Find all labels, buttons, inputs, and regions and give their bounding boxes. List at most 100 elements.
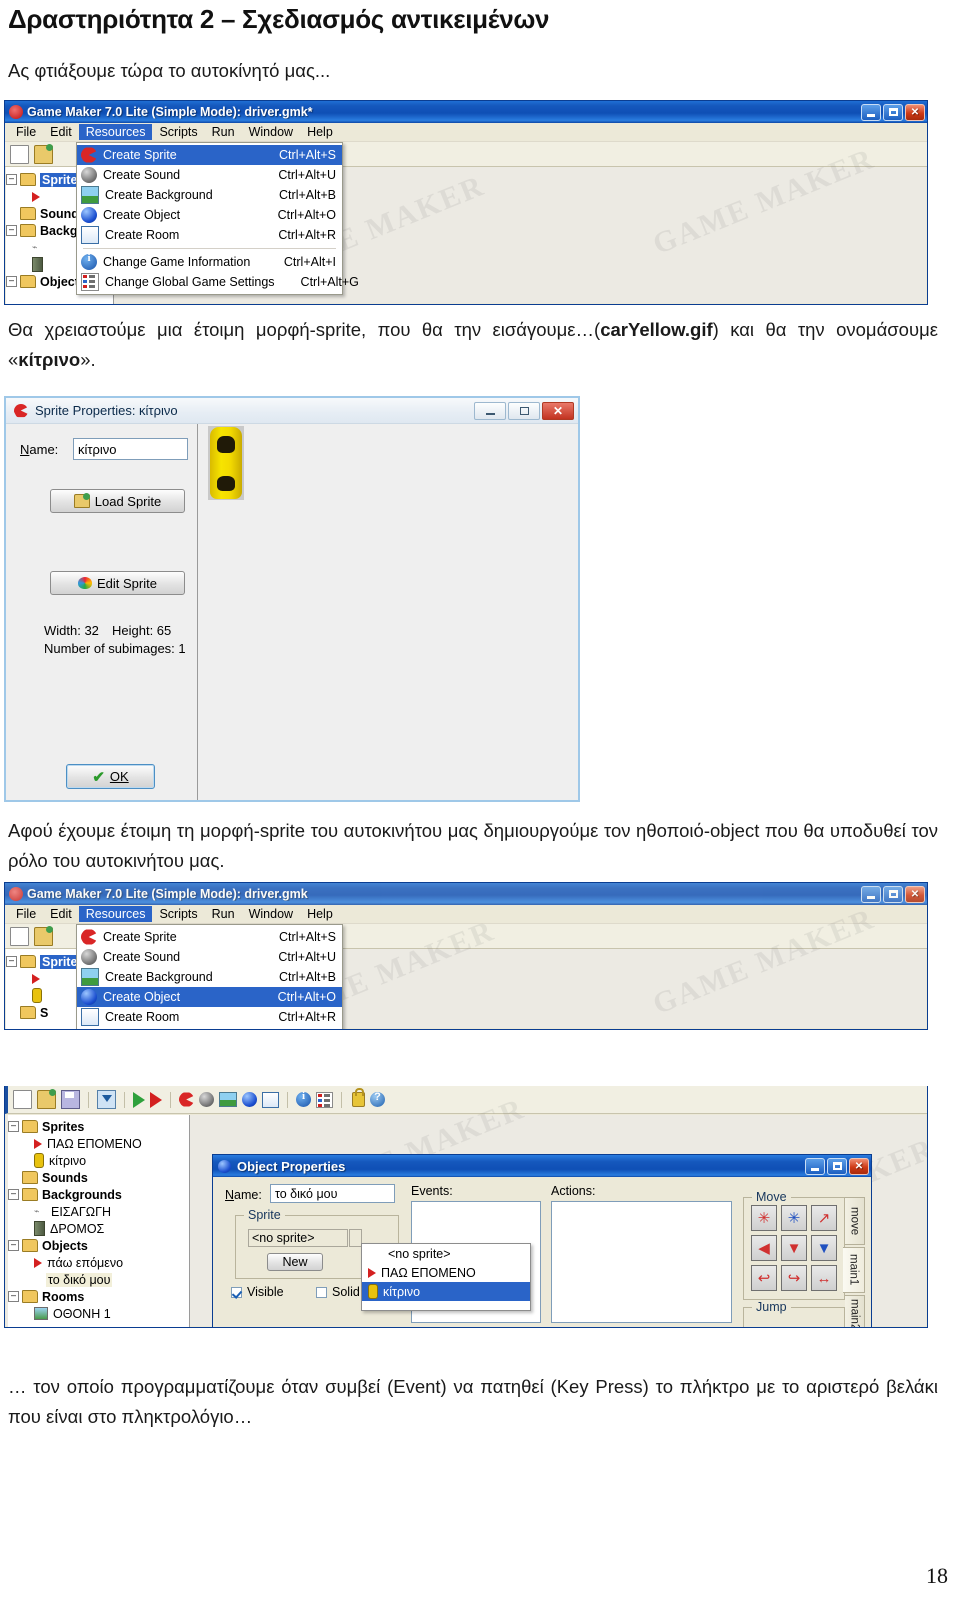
menu-item-create-background[interactable]: Create Background Ctrl+Alt+B bbox=[77, 185, 342, 205]
expander-icon[interactable]: – bbox=[8, 1121, 19, 1132]
tree-folder-backgrounds[interactable]: – Backgrounds bbox=[8, 1186, 189, 1203]
save-icon[interactable] bbox=[61, 1090, 80, 1109]
expander-icon[interactable]: – bbox=[8, 1189, 19, 1200]
maximize-button[interactable] bbox=[508, 401, 540, 420]
tree-item-pao-epomeno-sprite[interactable]: ΠΑΩ ΕΠΟΜΕΝΟ bbox=[8, 1135, 189, 1152]
menubar-2[interactable]: File Edit Resources Scripts Run Window H… bbox=[5, 905, 927, 924]
close-button[interactable]: ✕ bbox=[849, 1157, 869, 1175]
menu-run[interactable]: Run bbox=[205, 124, 242, 140]
menu-item-create-sprite[interactable]: Create Sprite Ctrl+Alt+S bbox=[77, 927, 342, 947]
sprite-name-input[interactable] bbox=[73, 438, 188, 460]
resource-tree-3[interactable]: – Sprites ΠΑΩ ΕΠΟΜΕΝΟ κίτρινο Sounds – B… bbox=[8, 1115, 190, 1327]
menu-item-create-sound[interactable]: Create Sound Ctrl+Alt+U bbox=[77, 947, 342, 967]
move-action-palette[interactable]: ✳ ✳ ↗ ◀ ▼ ▼ ↩ ↪ ↔ bbox=[751, 1205, 837, 1291]
tree-item-to-diko-mou-object[interactable]: το δικό μου bbox=[8, 1271, 189, 1288]
game-maker-window-3[interactable]: GAME MAKER GAME MAKER – Sprites ΠΑΩ ΕΠΟΜ… bbox=[4, 1086, 928, 1328]
sprite-dropdown-list[interactable]: <no sprite> ΠΑΩ ΕΠΟΜΕΝΟ κίτρινο bbox=[361, 1243, 531, 1311]
actions-list[interactable] bbox=[551, 1201, 732, 1323]
menu-item-create-room[interactable]: Create Room Ctrl+Alt+R bbox=[77, 225, 342, 245]
menu-file[interactable]: File bbox=[9, 906, 43, 922]
maximize-button[interactable] bbox=[883, 885, 903, 903]
menu-window[interactable]: Window bbox=[242, 906, 300, 922]
maximize-button[interactable] bbox=[827, 1157, 847, 1175]
background-icon[interactable] bbox=[219, 1092, 237, 1107]
lock-icon[interactable] bbox=[352, 1088, 365, 1107]
menu-window[interactable]: Window bbox=[242, 124, 300, 140]
tree-item-pao-epomeno-object[interactable]: πάω επόμενο bbox=[8, 1254, 189, 1271]
menu-item-create-object[interactable]: Create Object Ctrl+Alt+O bbox=[77, 987, 342, 1007]
expander-icon[interactable]: – bbox=[6, 225, 17, 236]
minimize-button[interactable] bbox=[861, 885, 881, 903]
room-icon[interactable] bbox=[262, 1091, 279, 1108]
minimize-button[interactable] bbox=[805, 1157, 825, 1175]
close-button[interactable]: ✕ bbox=[542, 401, 574, 420]
run-icon[interactable] bbox=[133, 1091, 145, 1108]
reverse-vdir-icon[interactable]: ↪ bbox=[781, 1265, 807, 1291]
open-icon[interactable] bbox=[37, 1089, 56, 1109]
menu-item-change-game-information[interactable]: Change Game Information Ctrl+Alt+I bbox=[77, 252, 342, 272]
tree-folder-objects[interactable]: – Objects bbox=[8, 1237, 189, 1254]
reverse-hdir-icon[interactable]: ↩ bbox=[751, 1265, 777, 1291]
debug-run-icon[interactable] bbox=[150, 1091, 162, 1108]
visible-checkbox[interactable] bbox=[231, 1286, 242, 1298]
start-moving-dir-icon[interactable]: ✳ bbox=[781, 1205, 807, 1231]
menu-help[interactable]: Help bbox=[300, 124, 340, 140]
resources-menu-popup-2[interactable]: Create Sprite Ctrl+Alt+S Create Sound Ct… bbox=[76, 924, 343, 1029]
new-icon[interactable] bbox=[10, 144, 29, 164]
tree-item-kitrino-sprite[interactable]: κίτρινο bbox=[8, 1152, 189, 1169]
dropdown-item-no-sprite[interactable]: <no sprite> bbox=[362, 1244, 530, 1263]
object-icon[interactable] bbox=[242, 1092, 257, 1107]
dropdown-item-kitrino[interactable]: κίτρινο bbox=[362, 1282, 530, 1301]
global-settings-icon[interactable] bbox=[316, 1091, 333, 1108]
set-gravity-icon[interactable]: ▼ bbox=[811, 1235, 837, 1261]
game-maker-window-2[interactable]: Game Maker 7.0 Lite (Simple Mode): drive… bbox=[4, 882, 928, 1030]
menu-item-create-background[interactable]: Create Background Ctrl+Alt+B bbox=[77, 967, 342, 987]
info-icon[interactable] bbox=[296, 1090, 311, 1107]
solid-checkbox-row[interactable]: Solid bbox=[316, 1285, 360, 1299]
menu-resources[interactable]: Resources bbox=[78, 124, 153, 140]
toolbar-3[interactable] bbox=[5, 1086, 927, 1114]
menu-item-change-global-game-settings[interactable]: Change Global Game Settings Ctrl+Alt+G bbox=[77, 272, 359, 292]
menu-item-create-sprite[interactable]: Create Sprite Ctrl+Alt+S bbox=[77, 145, 342, 165]
new-sprite-button[interactable]: New bbox=[267, 1253, 323, 1271]
menu-help[interactable]: Help bbox=[300, 906, 340, 922]
menu-run[interactable]: Run bbox=[205, 906, 242, 922]
new-icon[interactable] bbox=[13, 1090, 32, 1109]
solid-checkbox[interactable] bbox=[316, 1286, 327, 1298]
close-button[interactable]: ✕ bbox=[905, 103, 925, 121]
open-icon[interactable] bbox=[34, 925, 53, 946]
menu-scripts[interactable]: Scripts bbox=[152, 906, 204, 922]
menu-file[interactable]: File bbox=[9, 124, 43, 140]
expander-icon[interactable]: – bbox=[8, 1240, 19, 1251]
minimize-button[interactable] bbox=[861, 103, 881, 121]
expander-icon[interactable]: – bbox=[6, 956, 17, 967]
tree-item-dromos-background[interactable]: ΔΡΟΜΟΣ bbox=[8, 1220, 189, 1237]
set-friction-icon[interactable]: ↔ bbox=[811, 1265, 837, 1291]
expander-icon[interactable]: – bbox=[6, 174, 17, 185]
sprite-combo[interactable]: <no sprite> bbox=[248, 1229, 348, 1247]
sound-icon[interactable] bbox=[199, 1092, 214, 1107]
resources-menu-popup-1[interactable]: Create Sprite Ctrl+Alt+S Create Sound Ct… bbox=[76, 142, 359, 295]
set-vspeed-icon[interactable]: ▼ bbox=[781, 1235, 807, 1261]
export-icon[interactable] bbox=[97, 1090, 116, 1109]
tree-folder-sprites[interactable]: – Sprites bbox=[8, 1118, 189, 1135]
menu-resources[interactable]: Resources bbox=[78, 906, 153, 922]
start-moving-free-icon[interactable]: ✳ bbox=[751, 1205, 777, 1231]
menu-item-create-room[interactable]: Create Room Ctrl+Alt+R bbox=[77, 1007, 342, 1027]
expander-icon[interactable]: – bbox=[8, 1291, 19, 1302]
menu-item-create-sound[interactable]: Create Sound Ctrl+Alt+U bbox=[77, 165, 342, 185]
menu-edit[interactable]: Edit bbox=[43, 906, 79, 922]
maximize-button[interactable] bbox=[883, 103, 903, 121]
tree-item-othoni-1-room[interactable]: ΟΘΟΝΗ 1 bbox=[8, 1305, 189, 1322]
tree-folder-rooms[interactable]: – Rooms bbox=[8, 1288, 189, 1305]
tree-folder-sounds[interactable]: Sounds bbox=[8, 1169, 189, 1186]
menubar-1[interactable]: File Edit Resources Scripts Run Window H… bbox=[5, 123, 927, 142]
object-properties-dialog[interactable]: Object Properties ✕ Name: Sprite <no spr… bbox=[212, 1154, 872, 1327]
tree-item-eisagogi-background[interactable]: ⌁ ΕΙΣΑΓΩΓΗ bbox=[8, 1203, 189, 1220]
close-button[interactable]: ✕ bbox=[905, 885, 925, 903]
menu-scripts[interactable]: Scripts bbox=[152, 124, 204, 140]
visible-checkbox-row[interactable]: Visible bbox=[231, 1285, 284, 1299]
object-name-input[interactable] bbox=[270, 1184, 395, 1203]
help-icon[interactable] bbox=[370, 1091, 385, 1107]
dropdown-item-pao-epomeno[interactable]: ΠΑΩ ΕΠΟΜΕΝΟ bbox=[362, 1263, 530, 1282]
